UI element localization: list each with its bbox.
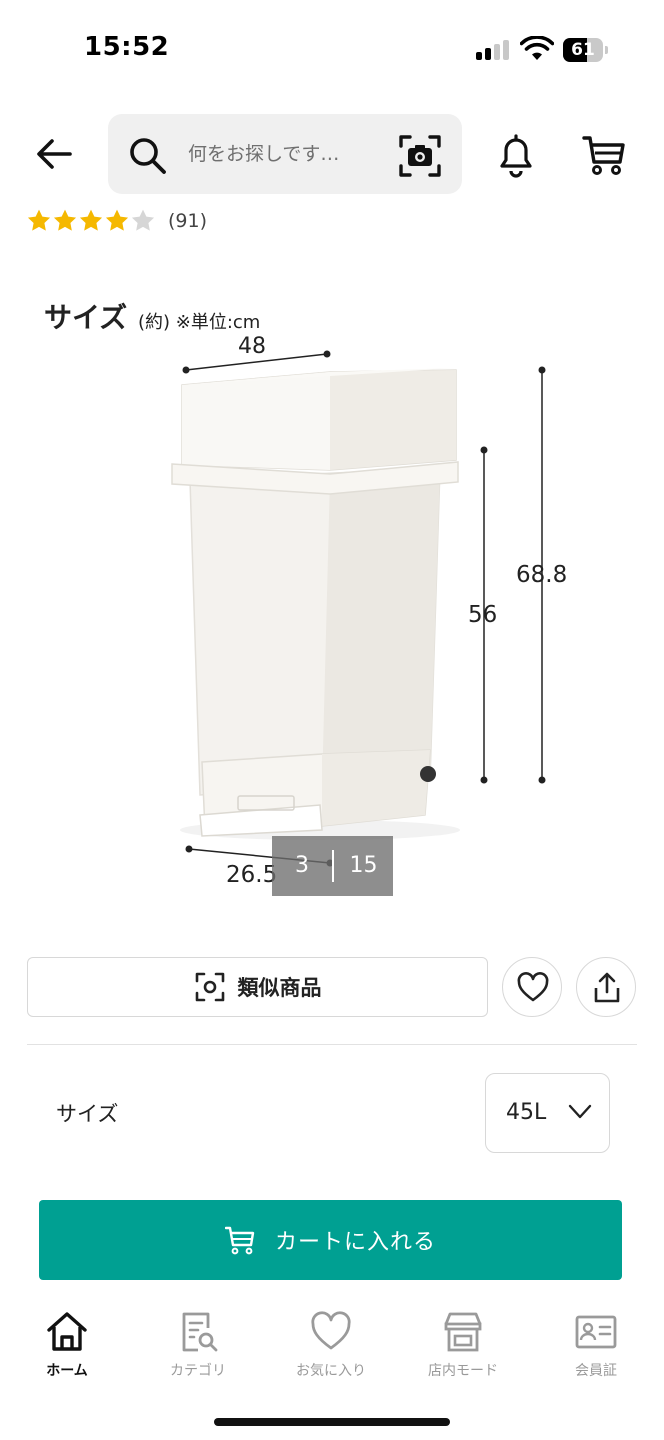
section-divider [27, 1044, 637, 1045]
size-dropdown[interactable]: 45L [485, 1073, 610, 1153]
nav-category[interactable]: カテゴリ [148, 1310, 248, 1380]
dimension-depth: 26.5 [226, 862, 278, 888]
product-rating: (91) [26, 204, 207, 238]
size-label: サイズ [56, 1102, 119, 1126]
notification-bell-icon[interactable] [494, 132, 538, 178]
camera-search-icon[interactable] [398, 134, 442, 178]
top-header [0, 108, 664, 200]
product-image-carousel[interactable]: サイズ (約) ※単位:cm 48 68.8 56 26.5 3 15 [0, 250, 664, 930]
trash-can-illustration [171, 350, 546, 867]
star-filled-icon [105, 209, 129, 231]
star-empty-icon [131, 209, 155, 231]
chevron-down-icon [568, 1104, 592, 1119]
category-search-icon [182, 1312, 218, 1352]
battery-level-text: 61 [571, 40, 595, 60]
star-filled-icon [53, 209, 77, 231]
nav-store-mode[interactable]: 店内モード [413, 1310, 513, 1380]
home-indicator [214, 1418, 450, 1426]
cart-icon [224, 1226, 255, 1255]
heart-icon [311, 1311, 351, 1350]
wifi-icon [520, 36, 554, 60]
star-filled-icon [27, 209, 51, 231]
cart-icon[interactable] [582, 134, 626, 176]
review-count[interactable]: (91) [168, 210, 207, 232]
image-size-heading: サイズ [44, 301, 128, 334]
nav-member-card[interactable]: 会員証 [546, 1310, 646, 1380]
dimension-body-height: 56 [468, 602, 498, 628]
image-page-indicator: 3 15 [272, 836, 393, 896]
star-filled-icon [79, 209, 103, 231]
member-card-icon [575, 1315, 617, 1349]
nav-home-label: ホーム [46, 1363, 88, 1379]
add-to-cart-label: カートに入れる [274, 1230, 436, 1255]
nav-member-card-label: 会員証 [575, 1363, 617, 1379]
home-icon [47, 1312, 87, 1351]
nav-home[interactable]: ホーム [17, 1310, 117, 1380]
image-page-total: 15 [349, 853, 378, 878]
search-input[interactable] [188, 134, 388, 174]
dimension-total-height: 68.8 [516, 562, 568, 588]
nav-category-label: カテゴリ [170, 1363, 226, 1379]
similar-products-button[interactable]: 類似商品 [27, 957, 488, 1017]
share-button[interactable] [576, 957, 636, 1017]
cellular-signal-icon [476, 40, 510, 60]
image-size-unit: (約) ※単位:cm [138, 312, 261, 333]
add-to-cart-button[interactable]: カートに入れる [39, 1200, 622, 1280]
heart-icon [517, 972, 549, 1002]
search-bar[interactable] [108, 114, 462, 194]
nav-favorites[interactable]: お気に入り [281, 1310, 381, 1380]
search-icon [130, 138, 166, 174]
favorite-button[interactable] [502, 957, 562, 1017]
image-page-current: 3 [295, 853, 309, 878]
dimension-width: 48 [238, 334, 266, 359]
nav-favorites-label: お気に入り [296, 1363, 366, 1379]
status-time: 15:52 [84, 32, 170, 62]
battery-icon: 61 [563, 38, 609, 62]
share-icon [594, 972, 620, 1003]
size-selected-value: 45L [506, 1100, 547, 1125]
back-arrow-icon[interactable] [30, 130, 78, 178]
store-icon [444, 1312, 482, 1352]
scan-frame-icon [195, 972, 224, 1002]
similar-products-label: 類似商品 [237, 976, 322, 1000]
status-bar: 15:52 61 [0, 0, 664, 100]
nav-store-mode-label: 店内モード [428, 1363, 498, 1379]
